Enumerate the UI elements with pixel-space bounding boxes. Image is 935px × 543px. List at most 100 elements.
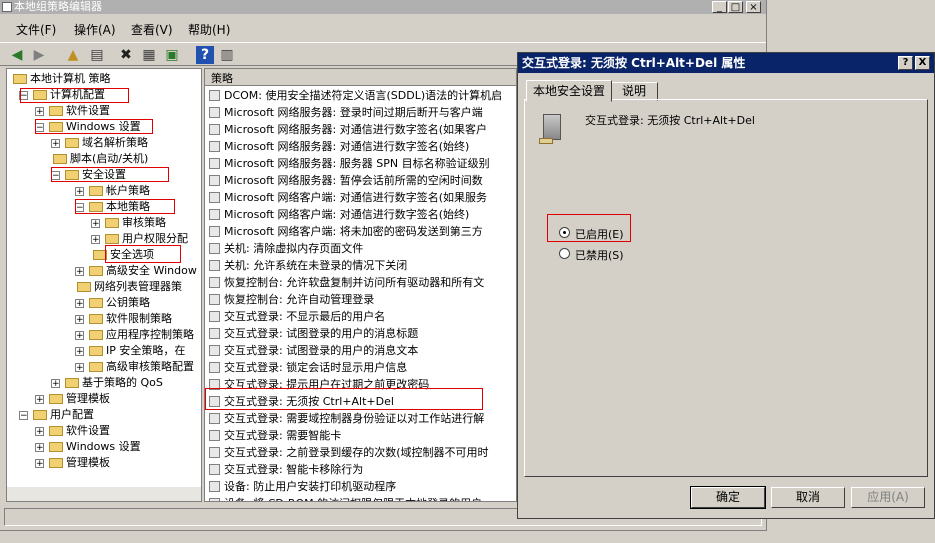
- tree-item-label: 软件设置: [66, 424, 110, 437]
- export-list-icon[interactable]: ▣: [163, 46, 181, 64]
- forward-arrow-icon[interactable]: ▶: [30, 46, 48, 64]
- folder-icon: [89, 298, 103, 308]
- folder-icon: [49, 394, 63, 404]
- expand-icon[interactable]: +: [75, 187, 84, 197]
- list-item-label: DCOM: 使用安全描述符定义语言(SDDL)语法的计算机启: [224, 89, 503, 102]
- tree-horizontal-scrollbar[interactable]: [7, 486, 201, 501]
- list-item-label: 交互式登录: 智能卡移除行为: [224, 463, 364, 476]
- folder-icon: [49, 426, 63, 436]
- list-item-label: Microsoft 网络服务器: 登录时间过期后断开与客户端: [224, 106, 483, 119]
- policy-setting-icon: [209, 209, 220, 220]
- expand-icon[interactable]: +: [51, 379, 60, 389]
- computer-policy-icon-base: [539, 138, 553, 144]
- list-item-label: 交互式登录: 试图登录的用户的消息标题: [224, 327, 419, 340]
- policy-setting-icon: [209, 345, 220, 356]
- radio-disabled[interactable]: 已禁用(S): [559, 247, 639, 262]
- dialog-title: 交互式登录: 无须按 Ctrl+Alt+Del 属性: [522, 56, 746, 70]
- tree-item-label: 帐户策略: [106, 184, 150, 197]
- folder-icon: [53, 154, 67, 164]
- tree-item-label: 管理模板: [66, 456, 110, 469]
- expand-icon[interactable]: +: [75, 267, 84, 277]
- list-item-label: Microsoft 网络服务器: 对通信进行数字签名(如果客户: [224, 123, 488, 136]
- list-item-label: 设备: 将 CD-ROM 的访问权限仅限于本地登录的用户: [224, 495, 482, 501]
- expand-icon[interactable]: +: [91, 235, 100, 245]
- folder-icon: [105, 234, 119, 244]
- expand-icon[interactable]: +: [75, 315, 84, 325]
- back-arrow-icon[interactable]: ◀: [8, 46, 26, 64]
- menu-action[interactable]: 操作(A): [74, 21, 116, 38]
- collapse-icon[interactable]: −: [19, 411, 28, 421]
- list-item-label: Microsoft 网络客户端: 对通信进行数字签名(始终): [224, 208, 470, 221]
- policy-setting-icon: [209, 328, 220, 339]
- list-item-label: 交互式登录: 需要智能卡: [224, 429, 342, 442]
- up-folder-icon[interactable]: ▲: [64, 46, 82, 64]
- expand-icon[interactable]: +: [35, 443, 44, 453]
- computer-policy-icon: [543, 114, 561, 140]
- dialog-close-icon[interactable]: X: [915, 56, 930, 70]
- tab-panel: 交互式登录: 无须按 Ctrl+Alt+Del 已启用(E) 已禁用(S): [524, 99, 928, 477]
- console-tree[interactable]: 本地计算机 策略 − 计算机配置 + 软件设置 − Windows 设置 + 域名解析策略 脚本(…: [6, 68, 202, 502]
- list-header[interactable]: 策略: [205, 69, 516, 86]
- expand-icon[interactable]: +: [35, 395, 44, 405]
- expand-icon[interactable]: +: [75, 363, 84, 373]
- list-item-label: 交互式登录: 锁定会话时显示用户信息: [224, 361, 408, 374]
- expand-icon[interactable]: +: [75, 347, 84, 357]
- highlight-security-options: [105, 245, 181, 263]
- ok-button[interactable]: 确定: [690, 486, 766, 509]
- policy-setting-icon: [209, 141, 220, 152]
- expand-icon[interactable]: +: [75, 299, 84, 309]
- close-icon[interactable]: ×: [746, 1, 761, 13]
- highlight-computer-config: [20, 88, 129, 103]
- policy-setting-icon: [209, 362, 220, 373]
- expand-icon[interactable]: +: [75, 331, 84, 341]
- radio-enabled[interactable]: 已启用(E): [559, 226, 639, 241]
- highlight-security-settings: [51, 167, 169, 182]
- folder-icon: [49, 458, 63, 468]
- menu-view[interactable]: 查看(V): [131, 21, 173, 38]
- column-policy[interactable]: 策略: [211, 70, 233, 86]
- properties-icon[interactable]: ▦: [140, 46, 158, 64]
- policy-setting-icon: [209, 311, 220, 322]
- apply-button[interactable]: 应用(A): [851, 487, 925, 508]
- tree-item-label: 网络列表管理器策: [94, 280, 182, 293]
- radio-disabled-dot: [559, 248, 570, 259]
- tree-item-label: 软件设置: [66, 104, 110, 117]
- list-item-label: Microsoft 网络客户端: 将未加密的密码发送到第三方: [224, 225, 483, 238]
- list-item-label: 交互式登录: 之前登录到缓存的次数(域控制器不可用时: [224, 446, 489, 459]
- folder-icon: [49, 442, 63, 452]
- view-icon[interactable]: ▥: [218, 46, 236, 64]
- tree-item-label: IP 安全策略，在: [106, 344, 186, 357]
- policy-setting-icon: [209, 175, 220, 186]
- tree-item-label: Windows 设置: [66, 440, 141, 453]
- folder-icon: [89, 362, 103, 372]
- show-hide-tree-icon[interactable]: ▤: [88, 46, 106, 64]
- tree-item-label: 用户配置: [50, 408, 94, 421]
- policy-setting-icon: [209, 430, 220, 441]
- highlight-local-policies: [75, 199, 175, 214]
- expand-icon[interactable]: +: [51, 139, 60, 149]
- delete-icon[interactable]: ✖: [117, 46, 135, 64]
- list-item-label: 交互式登录: 需要域控制器身份验证以对工作站进行解: [224, 412, 485, 425]
- policy-name: 交互式登录: 无须按 Ctrl+Alt+Del: [585, 114, 755, 127]
- tab-local-security-setting[interactable]: 本地安全设置: [526, 80, 612, 102]
- menu-file[interactable]: 文件(F): [16, 21, 56, 38]
- help-icon[interactable]: ?: [196, 46, 214, 64]
- expand-icon[interactable]: +: [91, 219, 100, 229]
- dialog-help-icon[interactable]: ?: [898, 56, 913, 70]
- folder-icon: [77, 282, 91, 292]
- list-item-label: 设备: 防止用户安装打印机驱动程序: [224, 480, 397, 493]
- policy-setting-icon: [209, 277, 220, 288]
- policy-setting-icon: [209, 243, 220, 254]
- minimize-icon[interactable]: _: [712, 1, 727, 13]
- policy-setting-icon: [209, 226, 220, 237]
- expand-icon[interactable]: +: [35, 459, 44, 469]
- expand-icon[interactable]: +: [35, 427, 44, 437]
- cancel-button[interactable]: 取消: [771, 487, 845, 508]
- policy-list[interactable]: 策略 DCOM: 使用安全描述符定义语言(SDDL)语法的计算机启 Microso…: [204, 68, 517, 502]
- maximize-icon[interactable]: □: [728, 1, 743, 13]
- menu-help[interactable]: 帮助(H): [188, 21, 230, 38]
- expand-icon[interactable]: +: [35, 107, 44, 117]
- policy-setting-icon: [209, 90, 220, 101]
- dialog-title-bar[interactable]: 交互式登录: 无须按 Ctrl+Alt+Del 属性 ? X: [518, 53, 934, 73]
- title-bar[interactable]: 本地组策略编辑器 _ □ ×: [0, 0, 766, 14]
